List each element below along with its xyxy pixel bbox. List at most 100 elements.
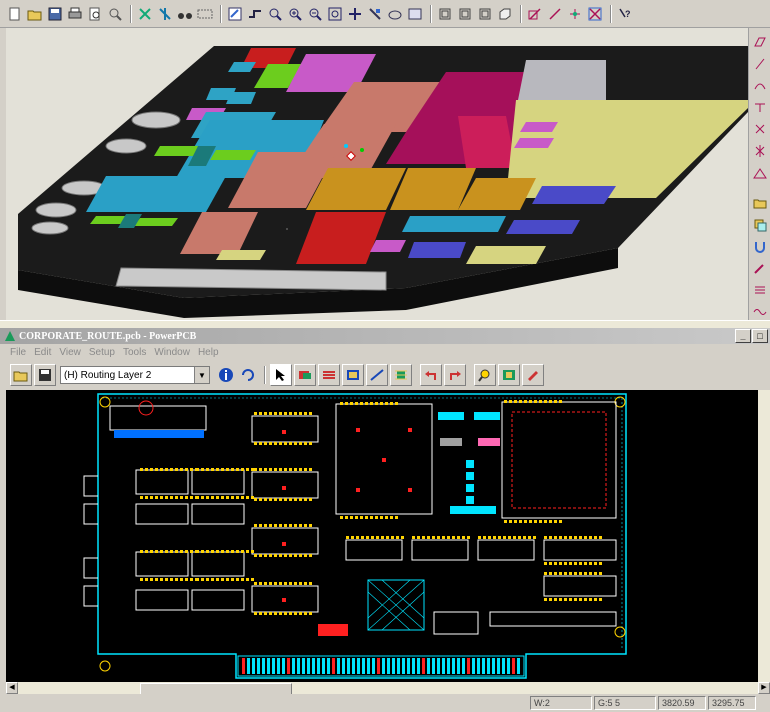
zoom-fit-icon[interactable]: [326, 5, 344, 23]
pcb-3d-view[interactable]: [6, 28, 748, 320]
preview-icon[interactable]: [86, 5, 104, 23]
text-icon[interactable]: [751, 100, 769, 116]
menu-tools[interactable]: Tools: [123, 347, 146, 358]
draw-icon[interactable]: [526, 5, 544, 23]
refresh-icon[interactable]: [238, 365, 258, 385]
zoom-in-icon[interactable]: [286, 5, 304, 23]
save-icon[interactable]: [46, 5, 64, 23]
scroll-right-arrow[interactable]: ▶: [758, 682, 770, 694]
zoom-out-icon[interactable]: [306, 5, 324, 23]
zoom-icon[interactable]: [474, 364, 496, 386]
export-icon[interactable]: [406, 5, 424, 23]
edge-finger: [322, 658, 325, 674]
pad: [549, 562, 552, 565]
layers-icon[interactable]: [196, 5, 214, 23]
grid-icon[interactable]: [586, 5, 604, 23]
pad: [554, 572, 557, 575]
select-icon[interactable]: [226, 5, 244, 23]
view-3d-icon[interactable]: [496, 5, 514, 23]
trace-icon[interactable]: [366, 364, 388, 386]
pan-icon[interactable]: [346, 5, 364, 23]
info-icon[interactable]: [216, 365, 236, 385]
pad-icon[interactable]: [390, 364, 412, 386]
menu-file[interactable]: File: [10, 347, 26, 358]
open-icon[interactable]: [26, 5, 44, 23]
draw-poly-icon[interactable]: [751, 34, 769, 50]
pick-icon[interactable]: [366, 5, 384, 23]
view-side-icon[interactable]: [476, 5, 494, 23]
save-icon[interactable]: [34, 364, 56, 386]
component-icon[interactable]: [342, 364, 364, 386]
pad: [259, 498, 262, 501]
measure-icon[interactable]: [546, 5, 564, 23]
mounting-hole: [99, 660, 111, 672]
edge-finger: [252, 658, 255, 674]
stack-icon[interactable]: [751, 282, 769, 298]
mountain-icon[interactable]: [751, 165, 769, 181]
layer-select[interactable]: (H) Routing Layer 2 ▼: [60, 366, 210, 384]
pad: [589, 536, 592, 539]
copy-icon[interactable]: [751, 217, 769, 233]
route-icon[interactable]: [246, 5, 264, 23]
ratsnest2-icon[interactable]: [156, 5, 174, 23]
cross-icon[interactable]: [751, 121, 769, 137]
find-icon[interactable]: [106, 5, 124, 23]
new-icon[interactable]: [6, 5, 24, 23]
menu-edit[interactable]: Edit: [34, 347, 51, 358]
pad: [145, 468, 148, 471]
minimize-button[interactable]: _: [735, 329, 751, 343]
layer-icon[interactable]: [386, 5, 404, 23]
pcb-layout-view[interactable]: [6, 390, 758, 682]
chevron-down-icon[interactable]: ▼: [194, 367, 209, 383]
vertical-scrollbar[interactable]: [758, 390, 770, 682]
window-titlebar[interactable]: CORPORATE_ROUTE.pcb - PowerPCB _ □: [0, 328, 770, 344]
edge-finger: [242, 658, 245, 674]
bga-right-keepout: [511, 411, 607, 509]
cyan-part: [474, 412, 500, 420]
pad: [294, 498, 297, 501]
layout-icon[interactable]: [498, 364, 520, 386]
binoculars-icon[interactable]: [176, 5, 194, 23]
scroll-left-arrow[interactable]: ◀: [6, 682, 18, 694]
select-arrow-icon[interactable]: [270, 364, 292, 386]
folder-icon[interactable]: [751, 195, 769, 211]
pad: [180, 468, 183, 471]
pad: [259, 582, 262, 585]
pad: [569, 562, 572, 565]
edge-finger: [312, 658, 315, 674]
pad: [246, 468, 249, 471]
pad: [360, 516, 363, 519]
open-folder-icon[interactable]: [10, 364, 32, 386]
menu-help[interactable]: Help: [198, 347, 219, 358]
menu-view[interactable]: View: [59, 347, 81, 358]
split-icon[interactable]: [751, 143, 769, 159]
view-back-icon[interactable]: [456, 5, 474, 23]
route-icon[interactable]: [294, 364, 316, 386]
eraser-icon[interactable]: [522, 364, 544, 386]
menu-window[interactable]: Window: [154, 347, 190, 358]
pad: [467, 536, 470, 539]
undo-icon[interactable]: [420, 364, 442, 386]
view-front-icon[interactable]: [436, 5, 454, 23]
maximize-button[interactable]: □: [752, 329, 768, 343]
help-icon[interactable]: ?: [616, 5, 634, 23]
magnet-icon[interactable]: [751, 239, 769, 255]
pad: [254, 498, 257, 501]
edge-finger: [317, 658, 320, 674]
brush-icon[interactable]: [751, 260, 769, 276]
pad: [284, 582, 287, 585]
ratsnest-icon[interactable]: [136, 5, 154, 23]
redo-icon[interactable]: [444, 364, 466, 386]
line-icon[interactable]: [751, 56, 769, 72]
horizontal-scrollbar[interactable]: ◀ ▶: [6, 682, 770, 695]
pad: [155, 550, 158, 553]
bus-icon[interactable]: [318, 364, 340, 386]
wave-icon[interactable]: [751, 304, 769, 320]
menu-setup[interactable]: Setup: [89, 347, 115, 358]
snap-icon[interactable]: [566, 5, 584, 23]
arc-icon[interactable]: [751, 78, 769, 94]
print-icon[interactable]: [66, 5, 84, 23]
zoom-window-icon[interactable]: [266, 5, 284, 23]
pad: [269, 524, 272, 527]
pad: [145, 550, 148, 553]
